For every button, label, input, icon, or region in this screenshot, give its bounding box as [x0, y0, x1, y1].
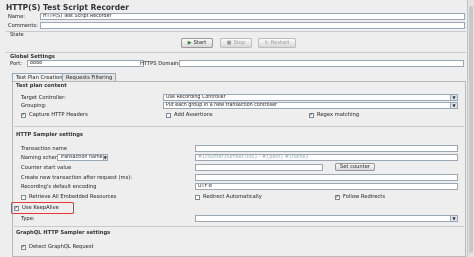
tab-test-plan-creation[interactable]: Test Plan Creation [12, 73, 67, 81]
chevron-down-icon: ▼ [102, 154, 107, 160]
divider [14, 126, 464, 127]
port-label: Port: [10, 61, 23, 67]
https-domains-label: HTTPS Domains: [140, 61, 183, 67]
capture-headers-label: Capture HTTP Headers [29, 112, 88, 118]
naming-scheme-value: Transaction name [60, 154, 103, 160]
name-field[interactable]: HTTP(S) Test Script Recorder [40, 13, 465, 20]
create-new-transaction-field[interactable] [195, 174, 458, 181]
check-icon: ✓ [14, 204, 19, 211]
page-title: HTTP(S) Test Script Recorder [6, 3, 129, 12]
divider [14, 226, 464, 227]
follow-redirects-label: Follow Redirects [343, 194, 386, 200]
stop-icon: ■ [226, 40, 232, 46]
grouping-select[interactable]: Put each group in a new transaction cont… [163, 102, 458, 109]
checkbox-icon [166, 112, 171, 118]
redirect-automatically-label: Redirect Automatically [203, 194, 262, 200]
grouping-value: Put each group in a new transaction cont… [166, 102, 278, 108]
detect-graphql-checkbox[interactable]: ✓ Detect GraphQL Request [21, 244, 94, 250]
stop-button[interactable]: ■ Stop [220, 38, 252, 48]
chevron-down-icon: ▼ [450, 103, 457, 108]
grouping-label: Grouping: [21, 103, 47, 109]
target-controller-label: Target Controller: [21, 95, 66, 101]
check-icon: ✓ [335, 193, 340, 200]
regex-matching-checkbox[interactable]: ✓ Regex matching [309, 112, 359, 118]
transaction-name-field[interactable] [195, 145, 458, 152]
divider [6, 52, 466, 53]
retrieve-all-label: Retrieve All Embedded Resources [29, 194, 117, 200]
http-sampler-title: HTTP Sampler settings [16, 132, 83, 138]
counter-start-field[interactable] [195, 164, 323, 171]
set-counter-button[interactable]: Set counter [335, 163, 375, 171]
port-field[interactable]: 8888 [27, 60, 144, 67]
redirect-automatically-checkbox[interactable]: Redirect Automatically [195, 194, 262, 200]
check-icon: ✓ [309, 111, 314, 118]
use-keepalive-checkbox[interactable]: ✓ Use KeepAlive [14, 205, 59, 211]
state-label: State [10, 32, 24, 38]
type-select[interactable]: ▼ [195, 215, 458, 222]
name-label: Name: [8, 14, 26, 20]
start-button[interactable]: ▶ Start [181, 38, 213, 48]
target-controller-select[interactable]: Use Recording Controller ▼ [163, 94, 458, 101]
detect-graphql-label: Detect GraphQL Request [29, 244, 94, 250]
create-new-transaction-label: Create new transaction after request (ms… [21, 175, 133, 181]
check-icon: ✓ [21, 243, 26, 250]
counter-start-label: Counter start value [21, 165, 72, 171]
comments-field[interactable] [40, 22, 465, 29]
checkbox-icon [195, 194, 200, 200]
capture-headers-checkbox[interactable]: ✓ Capture HTTP Headers [21, 112, 88, 118]
check-icon: ✓ [21, 111, 26, 118]
stop-label: Stop [233, 40, 246, 46]
scrollbar-thumb[interactable] [469, 6, 473, 253]
start-label: Start [193, 40, 207, 46]
restart-icon: ↻ [264, 40, 269, 46]
https-domains-field[interactable] [179, 60, 464, 67]
tab-requests-filtering[interactable]: Requests Filtering [62, 73, 117, 81]
comments-label: Comments: [8, 23, 38, 29]
checkbox-icon [21, 194, 26, 200]
divider [6, 31, 466, 32]
encoding-label: Recording's default encoding [21, 184, 97, 190]
test-plan-content-title: Test plan content [16, 83, 67, 89]
add-assertions-checkbox[interactable]: Add Assertions [166, 112, 213, 118]
naming-format-field[interactable]: #{counter,number,000} - #{path} #{name} [195, 154, 458, 161]
use-keepalive-label: Use KeepAlive [22, 205, 59, 211]
encoding-field[interactable]: UTF-8 [195, 183, 458, 190]
chevron-down-icon: ▼ [450, 216, 457, 221]
play-icon: ▶ [187, 40, 192, 46]
transaction-name-label: Transaction name [21, 146, 68, 152]
restart-button[interactable]: ↻ Restart [258, 38, 296, 48]
regex-matching-label: Regex matching [317, 112, 360, 118]
add-assertions-label: Add Assertions [174, 112, 213, 118]
naming-scheme-select[interactable]: Transaction name ▼ [57, 154, 108, 161]
restart-label: Restart [270, 40, 290, 46]
follow-redirects-checkbox[interactable]: ✓ Follow Redirects [335, 194, 385, 200]
target-controller-value: Use Recording Controller [166, 94, 226, 100]
chevron-down-icon: ▼ [450, 95, 457, 100]
type-label: Type: [21, 216, 35, 222]
retrieve-all-checkbox[interactable]: Retrieve All Embedded Resources [21, 194, 116, 200]
graphql-settings-title: GraphQL HTTP Sampler settings [16, 230, 111, 236]
